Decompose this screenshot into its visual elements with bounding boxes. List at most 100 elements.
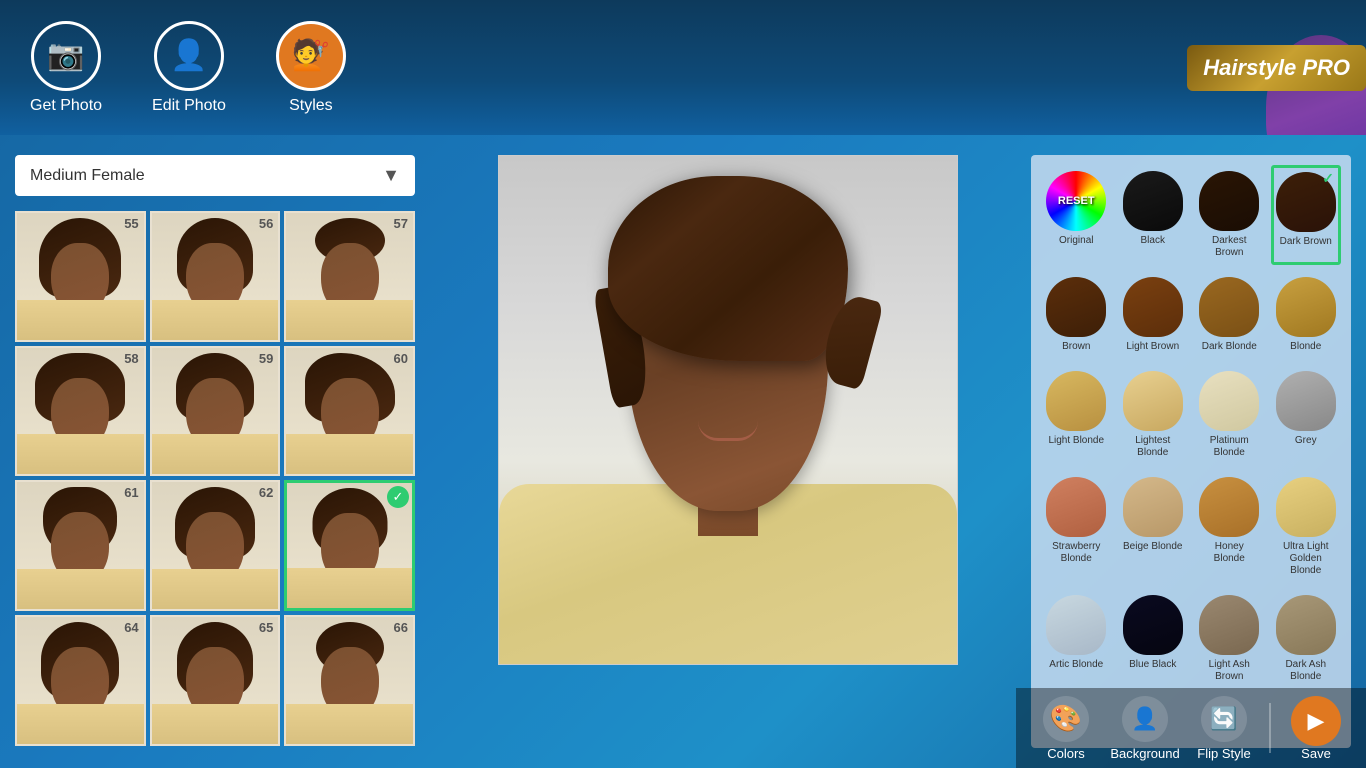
- style-number: 59: [259, 351, 273, 366]
- toolbar-divider: [1269, 703, 1271, 753]
- color-ultra-light-golden-blonde[interactable]: Ultra Light Golden Blonde: [1271, 471, 1342, 583]
- dropdown-button[interactable]: Medium Female ▼: [15, 155, 415, 196]
- color-strawberry-blonde-swatch: [1046, 477, 1106, 537]
- nav-styles[interactable]: 💇 Styles: [276, 21, 346, 115]
- toolbar-flip-style[interactable]: 🔄 Flip Style: [1194, 696, 1254, 761]
- color-honey-blonde-swatch: [1199, 477, 1259, 537]
- topnav: 📷 Get Photo 👤 Edit Photo 💇 Styles Hairst…: [0, 0, 1366, 135]
- color-darkest-brown-swatch: [1199, 171, 1259, 231]
- style-item-62[interactable]: 62: [150, 480, 281, 611]
- color-dark-blonde[interactable]: Dark Blonde: [1194, 271, 1265, 359]
- chevron-down-icon: ▼: [382, 165, 400, 186]
- background-icon: 👤: [1122, 696, 1168, 742]
- colors-icon: 🎨: [1043, 696, 1089, 742]
- color-grey[interactable]: Grey: [1271, 365, 1342, 465]
- color-light-brown[interactable]: Light Brown: [1118, 271, 1189, 359]
- color-platinum-blonde[interactable]: Platinum Blonde: [1194, 365, 1265, 465]
- app-title: Hairstyle PRO: [1187, 45, 1366, 91]
- style-item-64[interactable]: 64: [15, 615, 146, 746]
- style-item-63[interactable]: ✓: [284, 480, 415, 611]
- preview-image: [498, 155, 958, 665]
- nav-edit-photo[interactable]: 👤 Edit Photo: [152, 21, 226, 115]
- style-item-60[interactable]: 60: [284, 346, 415, 477]
- color-platinum-blonde-swatch: [1199, 371, 1259, 431]
- color-black-swatch: [1123, 171, 1183, 231]
- color-beige-blonde-swatch: [1123, 477, 1183, 537]
- colors-grid: RESET Original Black Darkest Brown Dark …: [1041, 165, 1341, 689]
- styles-icon: 💇: [276, 21, 346, 91]
- color-strawberry-blonde[interactable]: Strawberry Blonde: [1041, 471, 1112, 583]
- color-dark-brown[interactable]: Dark Brown: [1271, 165, 1342, 265]
- toolbar-save-label: Save: [1301, 746, 1331, 761]
- preview-panel: [430, 135, 1026, 768]
- style-item-66[interactable]: 66: [284, 615, 415, 746]
- nav-styles-label: Styles: [289, 97, 333, 115]
- color-artic-blonde-swatch: [1046, 595, 1106, 655]
- color-blonde[interactable]: Blonde: [1271, 271, 1342, 359]
- style-item-59[interactable]: 59: [150, 346, 281, 477]
- color-darkest-brown-label: Darkest Brown: [1198, 235, 1261, 259]
- color-blue-black-label: Blue Black: [1129, 659, 1176, 671]
- toolbar-background-label: Background: [1110, 746, 1179, 761]
- dropdown-value: Medium Female: [30, 167, 145, 185]
- color-light-ash-brown-label: Light Ash Brown: [1198, 659, 1261, 683]
- styles-panel: Medium Female ▼ 55 56: [0, 135, 430, 768]
- reset-swatch: RESET: [1046, 171, 1106, 231]
- style-item-56[interactable]: 56: [150, 211, 281, 342]
- style-number: 57: [394, 216, 408, 231]
- color-platinum-blonde-label: Platinum Blonde: [1198, 435, 1261, 459]
- color-brown-label: Brown: [1062, 341, 1090, 353]
- style-number: 56: [259, 216, 273, 231]
- color-grey-swatch: [1276, 371, 1336, 431]
- logo-area: Hairstyle PRO: [1066, 0, 1366, 135]
- bottom-toolbar: 🎨 Colors 👤 Background 🔄 Flip Style ▶ Sav…: [1016, 688, 1366, 768]
- style-category-dropdown[interactable]: Medium Female ▼: [15, 155, 415, 196]
- color-dark-ash-blonde[interactable]: Dark Ash Blonde: [1271, 589, 1342, 689]
- color-artic-blonde[interactable]: Artic Blonde: [1041, 589, 1112, 689]
- color-dark-blonde-swatch: [1199, 277, 1259, 337]
- color-black-label: Black: [1141, 235, 1165, 247]
- color-ultra-light-golden-blonde-swatch: [1276, 477, 1336, 537]
- color-light-blonde-label: Light Blonde: [1048, 435, 1104, 447]
- color-light-blonde[interactable]: Light Blonde: [1041, 365, 1112, 465]
- color-honey-blonde[interactable]: Honey Blonde: [1194, 471, 1265, 583]
- style-item-61[interactable]: 61: [15, 480, 146, 611]
- color-original[interactable]: RESET Original: [1041, 165, 1112, 265]
- style-item-55[interactable]: 55: [15, 211, 146, 342]
- toolbar-flip-style-label: Flip Style: [1197, 746, 1250, 761]
- style-item-58[interactable]: 58: [15, 346, 146, 477]
- nav-get-photo[interactable]: 📷 Get Photo: [30, 21, 102, 115]
- style-item-65[interactable]: 65: [150, 615, 281, 746]
- color-grey-label: Grey: [1295, 435, 1317, 447]
- color-lightest-blonde[interactable]: Lightest Blonde: [1118, 365, 1189, 465]
- color-blonde-label: Blonde: [1290, 341, 1321, 353]
- color-dark-ash-blonde-label: Dark Ash Blonde: [1275, 659, 1338, 683]
- nav-edit-photo-label: Edit Photo: [152, 97, 226, 115]
- style-number: 64: [124, 620, 138, 635]
- color-beige-blonde[interactable]: Beige Blonde: [1118, 471, 1189, 583]
- color-light-brown-label: Light Brown: [1126, 341, 1179, 353]
- color-brown-swatch: [1046, 277, 1106, 337]
- toolbar-colors[interactable]: 🎨 Colors: [1036, 696, 1096, 761]
- color-light-ash-brown[interactable]: Light Ash Brown: [1194, 589, 1265, 689]
- toolbar-background[interactable]: 👤 Background: [1111, 696, 1179, 761]
- color-black[interactable]: Black: [1118, 165, 1189, 265]
- get-photo-icon: 📷: [31, 21, 101, 91]
- color-darkest-brown[interactable]: Darkest Brown: [1194, 165, 1265, 265]
- color-blue-black[interactable]: Blue Black: [1118, 589, 1189, 689]
- color-original-label: Original: [1059, 235, 1093, 247]
- style-number: 55: [124, 216, 138, 231]
- color-artic-blonde-label: Artic Blonde: [1049, 659, 1103, 671]
- color-lightest-blonde-swatch: [1123, 371, 1183, 431]
- styles-grid: 55 56 57: [15, 211, 415, 746]
- toolbar-save[interactable]: ▶ Save: [1286, 696, 1346, 761]
- style-number: 61: [124, 485, 138, 500]
- color-blue-black-swatch: [1123, 595, 1183, 655]
- style-number: 60: [394, 351, 408, 366]
- color-dark-brown-label: Dark Brown: [1280, 236, 1332, 248]
- style-item-57[interactable]: 57: [284, 211, 415, 342]
- color-brown[interactable]: Brown: [1041, 271, 1112, 359]
- toolbar-colors-label: Colors: [1047, 746, 1085, 761]
- color-blonde-swatch: [1276, 277, 1336, 337]
- color-light-blonde-swatch: [1046, 371, 1106, 431]
